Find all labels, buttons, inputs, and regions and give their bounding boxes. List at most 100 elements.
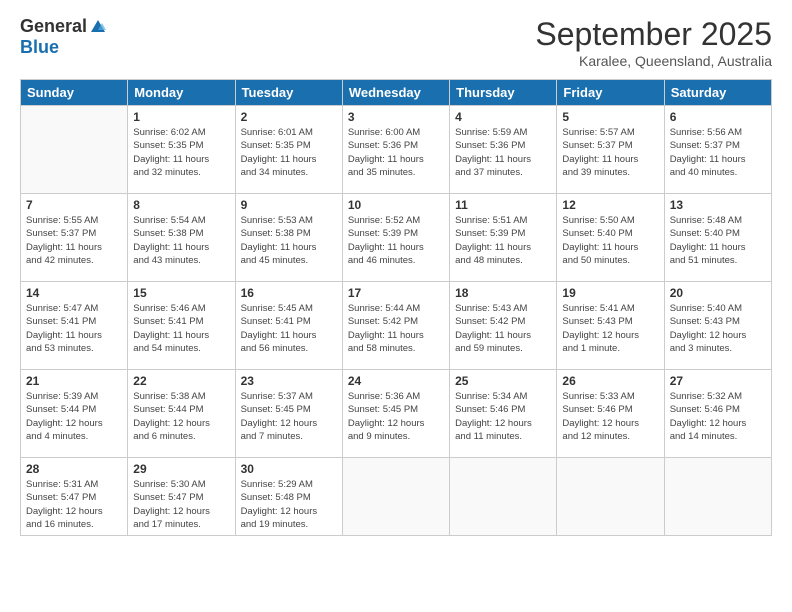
week-row-2: 7 Sunrise: 5:55 AM Sunset: 5:37 PM Daylig… <box>21 194 772 282</box>
header-sunday: Sunday <box>21 80 128 106</box>
day-number: 23 <box>241 374 337 388</box>
cell-info: Sunrise: 5:31 AM Sunset: 5:47 PM Dayligh… <box>26 478 122 531</box>
day-number: 16 <box>241 286 337 300</box>
cal-cell: 9Sunrise: 5:53 AM Sunset: 5:38 PM Daylig… <box>235 194 342 282</box>
cal-cell: 10 Sunrise: 5:52 AM Sunset: 5:39 PM Dayli… <box>342 194 449 282</box>
cell-info: Sunrise: 5:38 AM Sunset: 5:44 PM Dayligh… <box>133 390 229 443</box>
cal-cell <box>450 458 557 536</box>
cal-cell: 6Sunrise: 5:56 AM Sunset: 5:37 PM Daylig… <box>664 106 771 194</box>
cal-cell: 12 Sunrise: 5:50 AM Sunset: 5:40 PM Dayli… <box>557 194 664 282</box>
week-row-1: 1 Sunrise: 6:02 AM Sunset: 5:35 PM Daylig… <box>21 106 772 194</box>
month-title: September 2025 <box>535 16 772 53</box>
week-row-3: 14Sunrise: 5:47 AM Sunset: 5:41 PM Dayli… <box>21 282 772 370</box>
cell-info: Sunrise: 5:53 AM Sunset: 5:38 PM Dayligh… <box>241 214 337 267</box>
day-number: 3 <box>348 110 444 124</box>
cal-cell: 19Sunrise: 5:41 AM Sunset: 5:43 PM Dayli… <box>557 282 664 370</box>
cal-cell: 27 Sunrise: 5:32 AM Sunset: 5:46 PM Dayli… <box>664 370 771 458</box>
cell-info: Sunrise: 5:46 AM Sunset: 5:41 PM Dayligh… <box>133 302 229 355</box>
cell-info: Sunrise: 5:55 AM Sunset: 5:37 PM Dayligh… <box>26 214 122 267</box>
cell-info: Sunrise: 6:02 AM Sunset: 5:35 PM Dayligh… <box>133 126 229 179</box>
cal-cell: 7 Sunrise: 5:55 AM Sunset: 5:37 PM Daylig… <box>21 194 128 282</box>
day-number: 1 <box>133 110 229 124</box>
cal-cell: 15 Sunrise: 5:46 AM Sunset: 5:41 PM Dayli… <box>128 282 235 370</box>
cell-info: Sunrise: 5:30 AM Sunset: 5:47 PM Dayligh… <box>133 478 229 531</box>
cal-cell: 29 Sunrise: 5:30 AM Sunset: 5:47 PM Dayli… <box>128 458 235 536</box>
cell-info: Sunrise: 5:52 AM Sunset: 5:39 PM Dayligh… <box>348 214 444 267</box>
header-monday: Monday <box>128 80 235 106</box>
day-number: 17 <box>348 286 444 300</box>
cell-info: Sunrise: 5:54 AM Sunset: 5:38 PM Dayligh… <box>133 214 229 267</box>
cell-info: Sunrise: 5:32 AM Sunset: 5:46 PM Dayligh… <box>670 390 766 443</box>
cal-cell: 16 Sunrise: 5:45 AM Sunset: 5:41 PM Dayli… <box>235 282 342 370</box>
cell-info: Sunrise: 5:50 AM Sunset: 5:40 PM Dayligh… <box>562 214 658 267</box>
cal-cell: 2 Sunrise: 6:01 AM Sunset: 5:35 PM Daylig… <box>235 106 342 194</box>
cell-info: Sunrise: 5:43 AM Sunset: 5:42 PM Dayligh… <box>455 302 551 355</box>
calendar-page: General Blue September 2025 Karalee, Que… <box>0 0 792 612</box>
page-header: General Blue September 2025 Karalee, Que… <box>20 16 772 69</box>
cal-cell <box>557 458 664 536</box>
cal-cell: 24 Sunrise: 5:36 AM Sunset: 5:45 PM Dayli… <box>342 370 449 458</box>
day-number: 22 <box>133 374 229 388</box>
cell-info: Sunrise: 6:00 AM Sunset: 5:36 PM Dayligh… <box>348 126 444 179</box>
cell-info: Sunrise: 5:33 AM Sunset: 5:46 PM Dayligh… <box>562 390 658 443</box>
cell-info: Sunrise: 5:51 AM Sunset: 5:39 PM Dayligh… <box>455 214 551 267</box>
day-number: 18 <box>455 286 551 300</box>
day-number: 21 <box>26 374 122 388</box>
day-number: 2 <box>241 110 337 124</box>
cal-cell: 5 Sunrise: 5:57 AM Sunset: 5:37 PM Daylig… <box>557 106 664 194</box>
cell-info: Sunrise: 5:29 AM Sunset: 5:48 PM Dayligh… <box>241 478 337 531</box>
cal-cell: 14Sunrise: 5:47 AM Sunset: 5:41 PM Dayli… <box>21 282 128 370</box>
header-row: Sunday Monday Tuesday Wednesday Thursday… <box>21 80 772 106</box>
day-number: 6 <box>670 110 766 124</box>
cell-info: Sunrise: 6:01 AM Sunset: 5:35 PM Dayligh… <box>241 126 337 179</box>
day-number: 20 <box>670 286 766 300</box>
cal-cell: 17 Sunrise: 5:44 AM Sunset: 5:42 PM Dayli… <box>342 282 449 370</box>
day-number: 7 <box>26 198 122 212</box>
cal-cell: 18 Sunrise: 5:43 AM Sunset: 5:42 PM Dayli… <box>450 282 557 370</box>
cell-info: Sunrise: 5:48 AM Sunset: 5:40 PM Dayligh… <box>670 214 766 267</box>
cal-cell: 11Sunrise: 5:51 AM Sunset: 5:39 PM Dayli… <box>450 194 557 282</box>
day-number: 27 <box>670 374 766 388</box>
cell-info: Sunrise: 5:37 AM Sunset: 5:45 PM Dayligh… <box>241 390 337 443</box>
header-thursday: Thursday <box>450 80 557 106</box>
cal-cell: 30 Sunrise: 5:29 AM Sunset: 5:48 PM Dayli… <box>235 458 342 536</box>
day-number: 30 <box>241 462 337 476</box>
cal-cell <box>342 458 449 536</box>
cal-cell: 25Sunrise: 5:34 AM Sunset: 5:46 PM Dayli… <box>450 370 557 458</box>
header-saturday: Saturday <box>664 80 771 106</box>
day-number: 5 <box>562 110 658 124</box>
day-number: 10 <box>348 198 444 212</box>
cell-info: Sunrise: 5:36 AM Sunset: 5:45 PM Dayligh… <box>348 390 444 443</box>
day-number: 4 <box>455 110 551 124</box>
calendar-table: Sunday Monday Tuesday Wednesday Thursday… <box>20 79 772 536</box>
cal-cell: 1 Sunrise: 6:02 AM Sunset: 5:35 PM Daylig… <box>128 106 235 194</box>
day-number: 24 <box>348 374 444 388</box>
cal-cell: 26 Sunrise: 5:33 AM Sunset: 5:46 PM Dayli… <box>557 370 664 458</box>
cal-cell: 20Sunrise: 5:40 AM Sunset: 5:43 PM Dayli… <box>664 282 771 370</box>
header-wednesday: Wednesday <box>342 80 449 106</box>
cal-cell: 13 Sunrise: 5:48 AM Sunset: 5:40 PM Dayli… <box>664 194 771 282</box>
cal-cell: 21Sunrise: 5:39 AM Sunset: 5:44 PM Dayli… <box>21 370 128 458</box>
day-number: 8 <box>133 198 229 212</box>
day-number: 13 <box>670 198 766 212</box>
cell-info: Sunrise: 5:45 AM Sunset: 5:41 PM Dayligh… <box>241 302 337 355</box>
day-number: 26 <box>562 374 658 388</box>
location-subtitle: Karalee, Queensland, Australia <box>535 53 772 69</box>
logo-icon <box>89 18 107 36</box>
cell-info: Sunrise: 5:57 AM Sunset: 5:37 PM Dayligh… <box>562 126 658 179</box>
day-number: 25 <box>455 374 551 388</box>
week-row-5: 28 Sunrise: 5:31 AM Sunset: 5:47 PM Dayli… <box>21 458 772 536</box>
cal-cell: 8 Sunrise: 5:54 AM Sunset: 5:38 PM Daylig… <box>128 194 235 282</box>
cal-cell: 28 Sunrise: 5:31 AM Sunset: 5:47 PM Dayli… <box>21 458 128 536</box>
logo-general: General <box>20 16 87 37</box>
day-number: 12 <box>562 198 658 212</box>
header-tuesday: Tuesday <box>235 80 342 106</box>
day-number: 15 <box>133 286 229 300</box>
day-number: 28 <box>26 462 122 476</box>
cell-info: Sunrise: 5:44 AM Sunset: 5:42 PM Dayligh… <box>348 302 444 355</box>
logo-blue: Blue <box>20 37 59 58</box>
day-number: 14 <box>26 286 122 300</box>
day-number: 29 <box>133 462 229 476</box>
cal-cell: 22 Sunrise: 5:38 AM Sunset: 5:44 PM Dayli… <box>128 370 235 458</box>
day-number: 19 <box>562 286 658 300</box>
